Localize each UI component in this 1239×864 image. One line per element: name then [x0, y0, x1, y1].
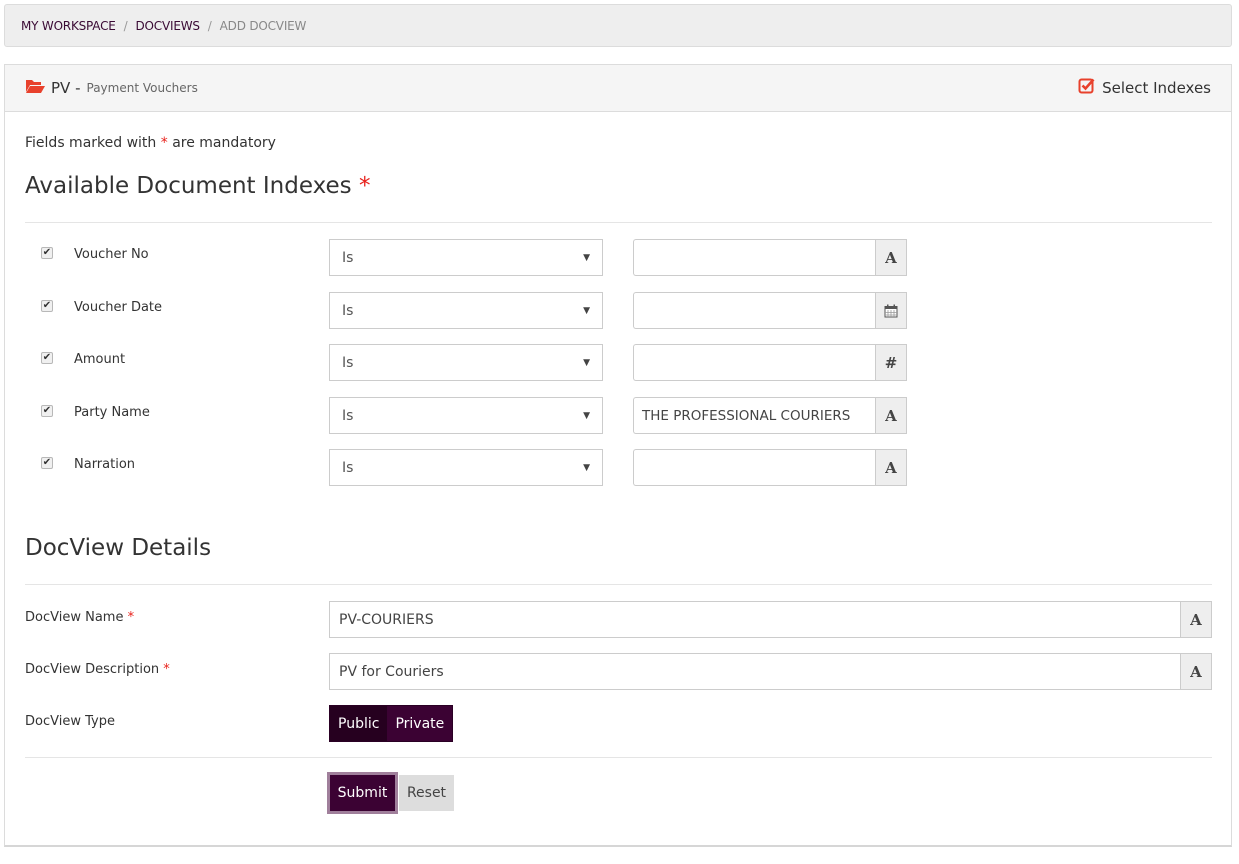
indexes-heading-text: Available Document Indexes: [25, 173, 352, 199]
index-value-group: [633, 292, 907, 329]
indexes-heading: Available Document Indexes *: [25, 173, 370, 199]
index-checkbox[interactable]: ✔: [41, 247, 53, 259]
index-value-input[interactable]: [633, 239, 875, 276]
docview-description-label: DocView Description *: [25, 662, 170, 677]
index-checkbox[interactable]: ✔: [41, 300, 53, 312]
operator-select[interactable]: Is ▼: [329, 239, 603, 276]
index-label: Voucher Date: [74, 300, 163, 315]
operator-value: Is: [342, 354, 354, 371]
index-row-voucher-no: ✔ Voucher No Is ▼ A: [5, 239, 1233, 276]
docview-type-label: DocView Type: [25, 714, 115, 729]
caret-down-icon: ▼: [583, 462, 590, 473]
operator-value: Is: [342, 407, 354, 424]
check-square-icon: [1078, 77, 1096, 99]
breadcrumb: MY WORKSPACE / DOCVIEWS / ADD DOCVIEW: [4, 4, 1232, 47]
breadcrumb-my-workspace[interactable]: MY WORKSPACE: [21, 19, 116, 33]
index-value-group: A: [633, 449, 907, 486]
index-row-amount: ✔ Amount Is ▼ #: [5, 344, 1233, 381]
index-value-group: THE PROFESSIONAL COURIERS A: [633, 397, 907, 434]
index-row-voucher-date: ✔ Voucher Date Is ▼: [5, 292, 1233, 329]
mandatory-note: Fields marked with * are mandatory: [25, 135, 276, 151]
mandatory-note-suffix: are mandatory: [172, 135, 276, 151]
panel-title: PV - Payment Vouchers: [25, 78, 198, 98]
text-type-icon: A: [875, 449, 907, 486]
operator-value: Is: [342, 459, 354, 476]
text-type-icon: A: [1180, 653, 1212, 690]
operator-value: Is: [342, 302, 354, 319]
caret-down-icon: ▼: [583, 357, 590, 368]
divider: [25, 222, 1212, 223]
docview-name-label: DocView Name *: [25, 610, 134, 625]
index-value-group: A: [633, 239, 907, 276]
docview-type-private[interactable]: Private: [387, 706, 453, 741]
index-value-input[interactable]: THE PROFESSIONAL COURIERS: [633, 397, 875, 434]
select-indexes-label: Select Indexes: [1102, 79, 1211, 97]
docclass-name: Payment Vouchers: [86, 81, 198, 95]
reset-button[interactable]: Reset: [399, 775, 454, 811]
select-indexes-button[interactable]: Select Indexes: [1078, 77, 1211, 99]
add-docview-panel: PV - Payment Vouchers Select Indexes Fie…: [4, 64, 1232, 847]
panel-header: PV - Payment Vouchers Select Indexes: [5, 65, 1231, 112]
operator-select[interactable]: Is ▼: [329, 397, 603, 434]
operator-select[interactable]: Is ▼: [329, 449, 603, 486]
docview-name-group: PV-COURIERS A: [329, 601, 1212, 638]
index-value-input[interactable]: [633, 292, 875, 329]
mandatory-note-prefix: Fields marked with: [25, 135, 157, 151]
number-type-icon: #: [875, 344, 907, 381]
docview-description-input[interactable]: PV for Couriers: [329, 653, 1180, 690]
index-checkbox[interactable]: ✔: [41, 352, 53, 364]
text-type-icon: A: [1180, 601, 1212, 638]
divider: [25, 757, 1212, 758]
caret-down-icon: ▼: [583, 410, 590, 421]
breadcrumb-separator: /: [207, 18, 212, 33]
breadcrumb-separator: /: [123, 18, 128, 33]
submit-button[interactable]: Submit: [327, 772, 398, 814]
docclass-code: PV -: [51, 79, 81, 97]
details-heading: DocView Details: [25, 535, 212, 561]
required-star: *: [127, 610, 135, 625]
calendar-icon[interactable]: [875, 292, 907, 329]
index-value-group: #: [633, 344, 907, 381]
operator-select[interactable]: Is ▼: [329, 344, 603, 381]
required-star: *: [163, 662, 170, 677]
docview-type-public[interactable]: Public: [330, 706, 388, 741]
docview-description-label-text: DocView Description: [25, 662, 160, 677]
text-type-icon: A: [875, 239, 907, 276]
index-value-input[interactable]: [633, 449, 875, 486]
docview-description-group: PV for Couriers A: [329, 653, 1212, 690]
index-checkbox[interactable]: ✔: [41, 457, 53, 469]
breadcrumb-add-docview: ADD DOCVIEW: [219, 18, 307, 33]
divider: [25, 584, 1212, 585]
operator-select[interactable]: Is ▼: [329, 292, 603, 329]
index-row-narration: ✔ Narration Is ▼ A: [5, 449, 1233, 486]
caret-down-icon: ▼: [583, 305, 590, 316]
index-value-input[interactable]: [633, 344, 875, 381]
index-label: Party Name: [74, 405, 150, 420]
index-label: Narration: [74, 457, 136, 472]
caret-down-icon: ▼: [583, 252, 590, 263]
required-star: *: [358, 173, 371, 199]
folder-open-icon: [25, 78, 45, 98]
required-star: *: [160, 135, 168, 151]
breadcrumb-docviews[interactable]: DOCVIEWS: [136, 19, 200, 33]
text-type-icon: A: [875, 397, 907, 434]
index-label: Amount: [74, 352, 126, 367]
index-label: Voucher No: [74, 247, 149, 262]
docview-name-input[interactable]: PV-COURIERS: [329, 601, 1180, 638]
operator-value: Is: [342, 249, 354, 266]
docview-name-label-text: DocView Name: [25, 610, 124, 625]
index-row-party-name: ✔ Party Name Is ▼ THE PROFESSIONAL COURI…: [5, 397, 1233, 434]
docview-type-toggle: Public Private: [329, 705, 454, 742]
index-checkbox[interactable]: ✔: [41, 405, 53, 417]
